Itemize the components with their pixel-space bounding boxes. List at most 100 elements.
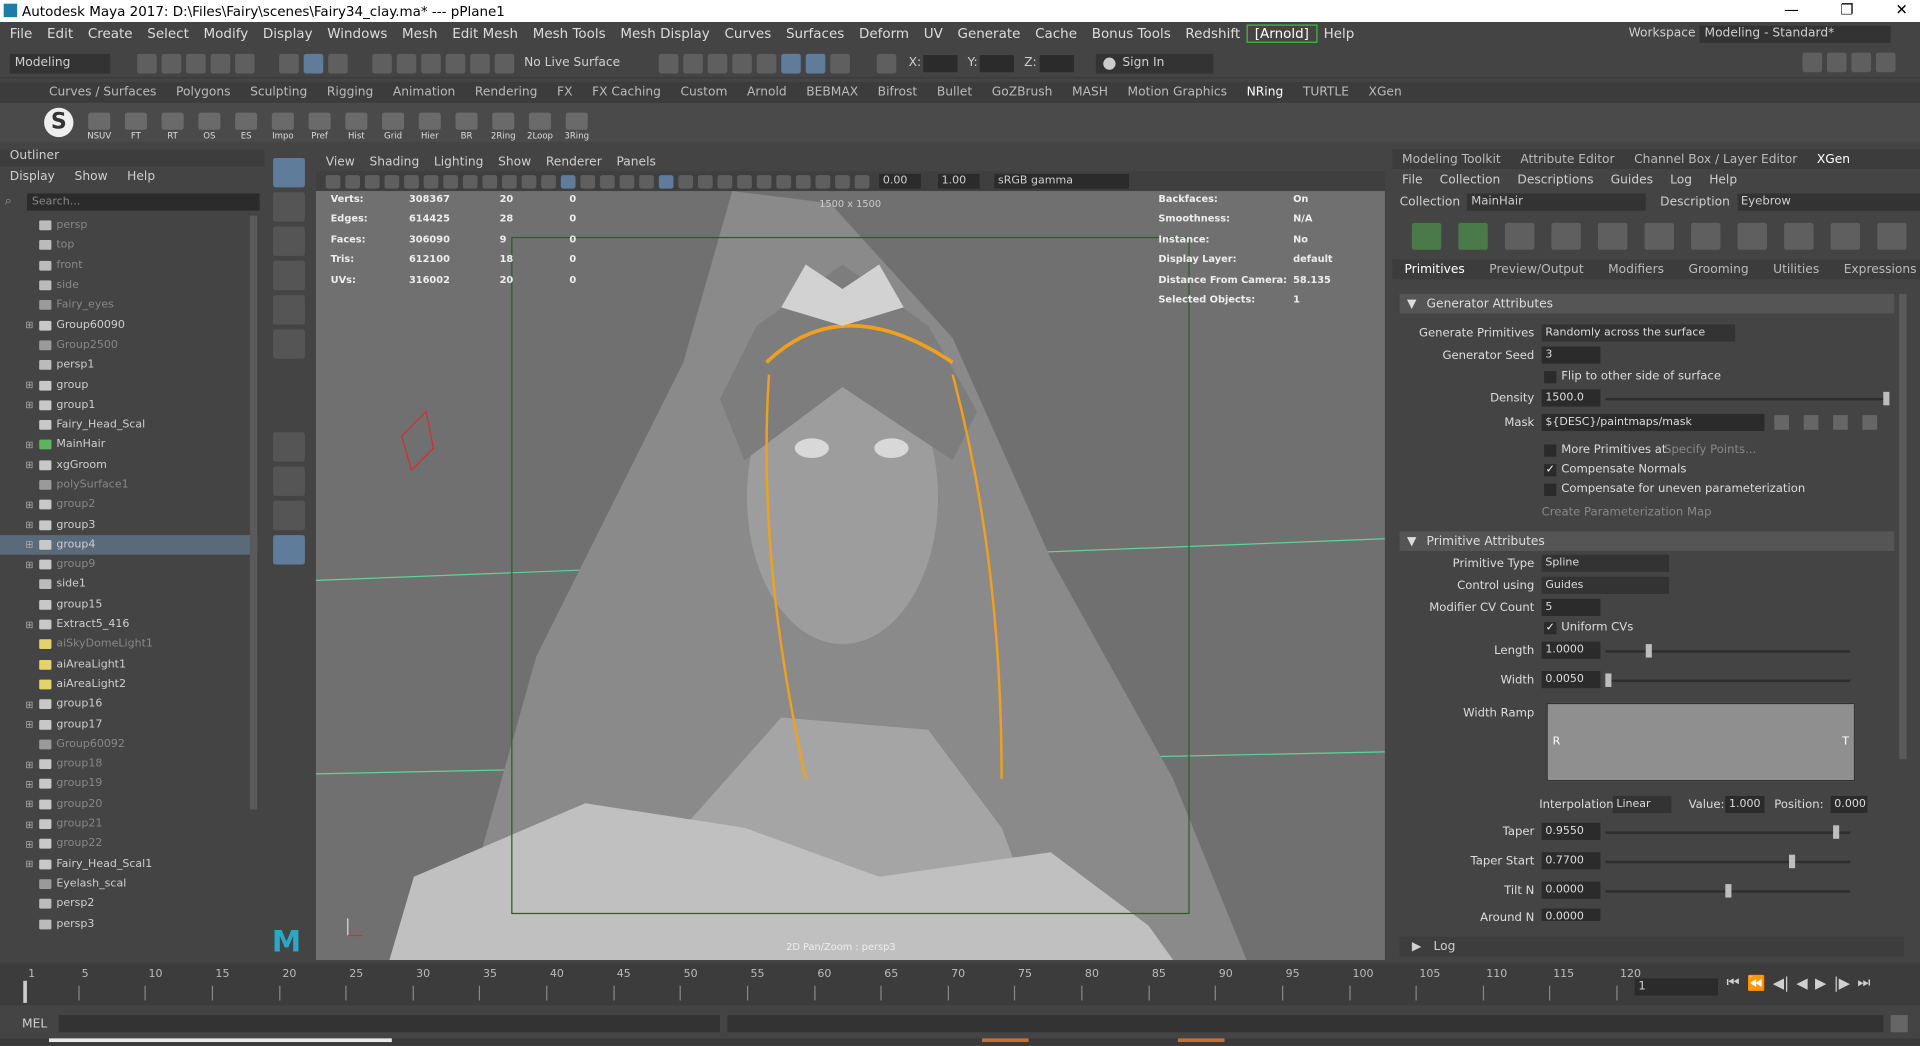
shelf-nsuv-icon[interactable]: NSUV [83,104,115,141]
x-field[interactable] [923,54,958,72]
description-select[interactable]: Eyebrow [1737,193,1920,211]
menu-windows[interactable]: Windows [320,26,395,42]
camera-attributes-icon[interactable] [345,174,361,188]
menu-help[interactable]: Help [1316,26,1361,42]
outliner-item[interactable]: ⊞ group21 [0,814,257,834]
shelf-2loop-icon[interactable]: 2Loop [524,104,556,141]
go-to-end-icon[interactable]: ⏭ [1857,973,1870,991]
step-back-frame-icon[interactable]: ◀| [1773,974,1789,991]
object-mode-icon[interactable] [303,53,324,73]
outliner-item[interactable]: Group60092 [0,734,257,754]
field-chart-icon[interactable] [482,174,498,188]
density-field[interactable]: 1500.0 [1541,389,1601,407]
hierarchy-icon[interactable] [279,53,299,73]
folder-icon[interactable] [1833,415,1848,430]
outliner-layout-icon[interactable] [273,535,305,565]
expand-plus-icon[interactable]: ⊞ [22,779,37,790]
menu-generate[interactable]: Generate [950,26,1028,42]
density-slider-handle[interactable] [1883,391,1890,406]
four-view-layout-icon[interactable] [273,466,305,496]
xgen-scrollbar[interactable] [1899,293,1907,760]
arnold-render-icon[interactable] [781,53,801,73]
shelf-br-icon[interactable]: BR [451,104,483,141]
xgen-menu-file[interactable]: File [1402,173,1422,186]
outliner-menu-display[interactable]: Display [10,170,55,183]
xgen-menu-help[interactable]: Help [1709,173,1737,186]
menu-bonus-tools[interactable]: Bonus Tools [1084,26,1178,42]
expand-plus-icon[interactable]: ⊞ [22,400,37,411]
outliner-item[interactable]: group15 [0,595,257,615]
sign-in-button[interactable]: Sign In [1095,53,1214,73]
shadows-icon[interactable] [639,174,654,188]
normalize-guides-icon[interactable] [1784,222,1814,250]
menu-select[interactable]: Select [140,26,196,42]
mode-select[interactable]: Modeling [9,53,111,73]
shelf-impo-icon[interactable]: Impo [267,104,299,141]
panel-tab-modeling-toolkit[interactable]: Modeling Toolkit [1392,152,1510,165]
grid-icon[interactable] [404,174,419,188]
menu-display[interactable]: Display [256,26,320,42]
xray-joints-icon[interactable] [756,174,772,188]
expand-plus-icon[interactable]: ⊞ [22,819,37,830]
taper-start-slider[interactable] [1605,854,1851,869]
xgen-tab-grooming[interactable]: Grooming [1676,263,1761,276]
outliner-item[interactable]: front [0,255,257,275]
guides-to-curves-icon[interactable] [1877,222,1907,250]
paint-select-tool-icon[interactable] [273,226,305,256]
panel-tab-xgen[interactable]: XGen [1807,152,1860,165]
shelf-tab-bifrost[interactable]: Bifrost [868,86,927,99]
viewport-menu-lighting[interactable]: Lighting [427,155,491,168]
outliner-menu-show[interactable]: Show [75,170,108,183]
play-forward-icon[interactable]: ▶ [1815,974,1826,991]
shelf-hier-icon[interactable]: Hier [414,104,446,141]
menu-file[interactable]: File [2,26,39,42]
menu-arnold[interactable]: [Arnold] [1246,24,1318,43]
menu-mesh[interactable]: Mesh [395,26,445,42]
xgen-tab-modifiers[interactable]: Modifiers [1596,263,1676,276]
snap-surface-icon[interactable] [470,53,490,73]
expand-plus-icon[interactable]: ⊞ [22,539,37,550]
around-n-field[interactable]: 0.0000 [1541,908,1601,921]
shelf-tab-mash[interactable]: MASH [1062,86,1118,99]
render-settings-icon[interactable] [732,53,752,73]
open-scene-icon[interactable] [161,53,182,73]
menu-edit-mesh[interactable]: Edit Mesh [445,26,526,42]
length-slider[interactable] [1605,644,1851,658]
uniform-cvs-checkbox[interactable]: ✓ [1544,622,1557,635]
length-slider-handle[interactable] [1645,644,1653,658]
shelf-ft-icon[interactable]: FT [120,104,152,141]
viewport-menu-show[interactable]: Show [491,155,539,168]
outliner-item[interactable]: ⊞ MainHair [0,435,257,455]
tool-settings-icon[interactable] [1851,52,1872,73]
snap-grid-icon[interactable] [372,53,392,73]
save-mask-icon[interactable] [1803,415,1819,430]
ssao-icon[interactable] [658,174,674,188]
tilt-n-slider-handle[interactable] [1724,884,1731,898]
command-input[interactable] [58,1015,721,1033]
viewport-menu-view[interactable]: View [318,155,362,168]
mel-label[interactable]: MEL [22,1017,56,1030]
current-frame-field[interactable]: 1 [1634,978,1718,996]
xgen-menu-descriptions[interactable]: Descriptions [1517,173,1593,186]
wireframe-on-shaded-icon[interactable] [580,174,596,188]
control-using-select[interactable]: Guides [1541,576,1669,594]
outliner-item[interactable]: ⊞ group [0,375,257,395]
expand-plus-icon[interactable]: ⊞ [22,320,37,331]
shelf-es-icon[interactable]: ES [230,104,262,141]
xray-active-icon[interactable] [776,174,792,188]
smooth-shade-icon[interactable] [560,174,576,188]
shelf-tab-curves-surfaces[interactable]: Curves / Surfaces [39,86,166,99]
taper-start-slider-handle[interactable] [1789,854,1796,869]
step-forward-frame-icon[interactable]: |▶ [1834,974,1850,991]
play-backward-icon[interactable]: ◀ [1796,974,1807,991]
scale-tool-icon[interactable] [273,329,305,359]
save-scene-icon[interactable] [186,53,206,73]
redo-icon[interactable] [235,53,255,73]
xgen-tab-preview-output[interactable]: Preview/Output [1477,263,1596,276]
outliner-item[interactable]: ⊞ Extract5_416 [0,615,257,635]
outliner-item[interactable]: persp1 [0,355,257,375]
shelf-3ring-icon[interactable]: 3Ring [561,104,593,141]
outliner-item[interactable]: persp [0,216,257,236]
outliner-item[interactable]: ⊞ group16 [0,694,257,714]
more-primitives-checkbox[interactable] [1544,444,1557,457]
